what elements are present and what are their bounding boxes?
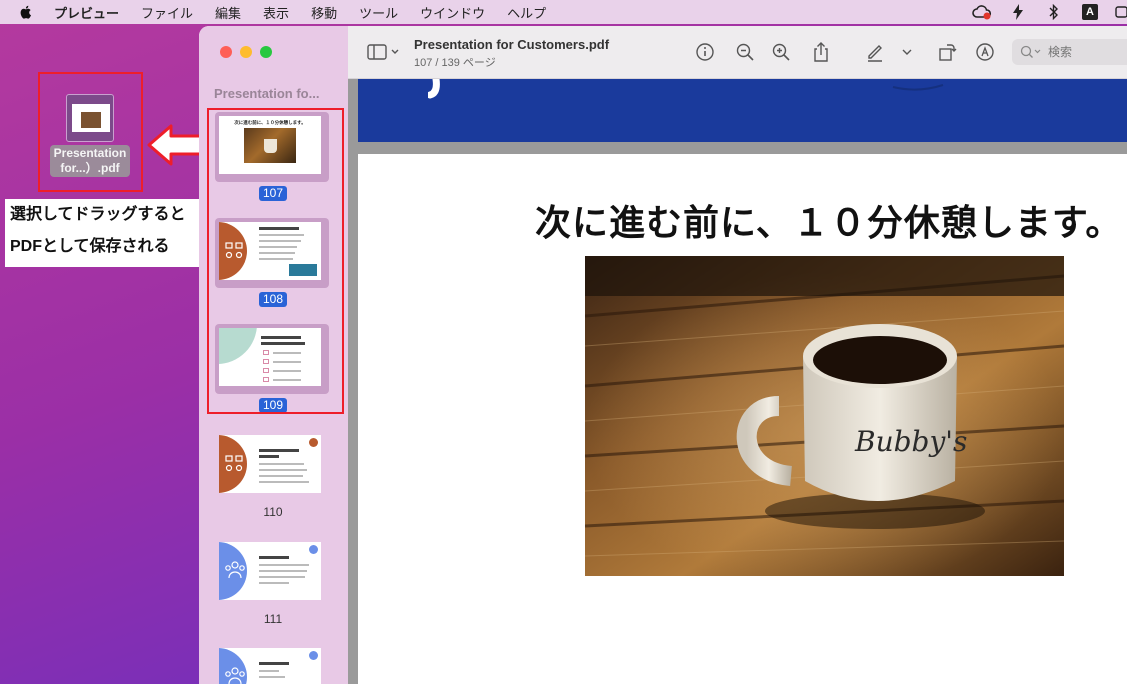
mug-text: Bubby's [854, 425, 967, 458]
menu-window[interactable]: ウインドウ [420, 3, 485, 22]
markup-pen-icon[interactable] [864, 41, 886, 63]
battery-icon[interactable] [1115, 3, 1127, 21]
annotate-icon[interactable] [974, 41, 996, 63]
menu-go[interactable]: 移動 [311, 3, 337, 22]
page-number-111: 111 [263, 612, 283, 626]
sidebar-title: Presentation fo... [214, 86, 320, 101]
menu-bar: プレビュー ファイル 編集 表示 移動 ツール ウインドウ ヘルプ A [0, 0, 1127, 24]
minimize-button[interactable] [240, 46, 252, 58]
input-method-icon[interactable]: A [1079, 3, 1101, 21]
rotate-icon[interactable] [936, 41, 958, 63]
desktop-pdf-file[interactable]: Presentation for...）.pdf [38, 72, 143, 192]
share-icon[interactable] [810, 41, 832, 63]
preview-window: Presentation fo... 次に進む前に、１０分休憩します。 107 [199, 26, 1127, 684]
thumbnail-112[interactable] [215, 644, 331, 684]
menu-preview[interactable]: プレビュー [54, 3, 119, 22]
search-icon [1020, 45, 1041, 58]
search-input[interactable] [1048, 45, 1127, 59]
creative-cloud-icon[interactable] [971, 3, 993, 21]
menu-help[interactable]: ヘルプ [507, 3, 546, 22]
caption-line-1: 選択してドラッグすると [10, 206, 186, 223]
menu-tools[interactable]: ツール [359, 3, 398, 22]
zoom-button[interactable] [260, 46, 272, 58]
caption-line-2: PDFとして保存される [10, 238, 170, 255]
thumbnail-111[interactable]: 111 [215, 538, 331, 627]
toolbar: Presentation for Customers.pdf 107 / 139… [348, 26, 1127, 79]
sidebar-toggle-button[interactable] [364, 41, 404, 63]
page-heading: 次に進む前に、１０分休憩します。 [535, 203, 1123, 244]
bluetooth-icon[interactable] [1043, 3, 1065, 21]
document-title: Presentation for Customers.pdf [414, 37, 610, 52]
apple-logo-icon[interactable] [18, 4, 34, 20]
close-button[interactable] [220, 46, 232, 58]
energy-icon[interactable] [1007, 3, 1029, 21]
menu-view[interactable]: 表示 [263, 3, 289, 22]
pdf-file-icon [66, 94, 114, 142]
info-icon[interactable] [694, 41, 716, 63]
search-field[interactable] [1012, 39, 1127, 65]
zoom-in-icon[interactable] [770, 41, 792, 63]
page-number-110: 110 [263, 505, 283, 519]
previous-page-tail [358, 79, 1127, 142]
selection-highlight [207, 108, 344, 414]
thumbnail-sidebar: Presentation fo... 次に進む前に、１０分休憩します。 107 [199, 26, 348, 684]
zoom-out-icon[interactable] [734, 41, 756, 63]
input-method-label: A [1082, 4, 1098, 20]
page-indicator: 107 / 139 ページ [414, 57, 496, 69]
chevron-down-icon[interactable] [900, 41, 914, 63]
document-view[interactable]: 次に進む前に、１０分休憩します。 Bubby's [348, 79, 1127, 684]
coffee-photo: Bubby's [585, 256, 1064, 576]
thumbnail-110[interactable]: 110 [215, 431, 331, 520]
menu-edit[interactable]: 編集 [215, 3, 241, 22]
window-controls [220, 46, 280, 58]
desktop-file-name: Presentation for...）.pdf [50, 145, 130, 177]
annotation-caption: 選択してドラッグすると PDFとして保存される [5, 199, 208, 267]
menu-file[interactable]: ファイル [141, 3, 193, 22]
pdf-page-107: 次に進む前に、１０分休憩します。 Bubby's [358, 154, 1127, 684]
